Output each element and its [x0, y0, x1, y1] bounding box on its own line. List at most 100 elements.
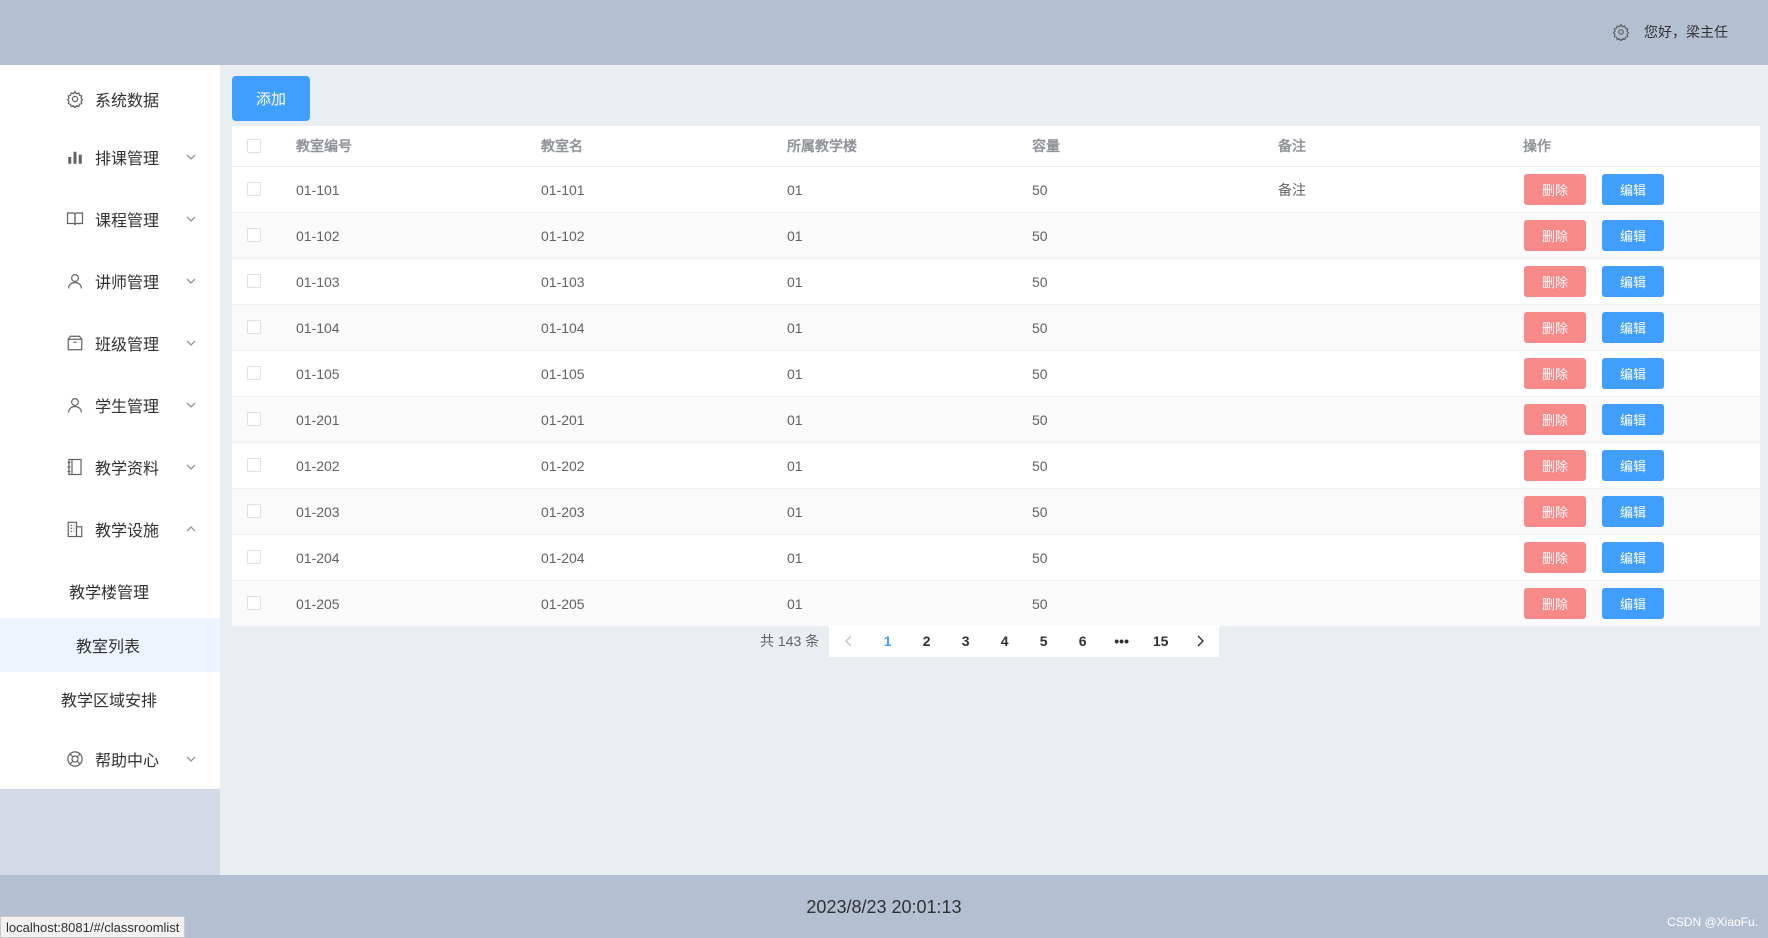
pagination-page[interactable]: 3: [946, 625, 985, 657]
add-button[interactable]: 添加: [232, 76, 310, 121]
sidebar-item-label: 教学设施: [95, 523, 160, 540]
cell-capacity: 50: [1032, 595, 1048, 612]
sidebar-item-label: 帮助中心: [95, 753, 160, 770]
notebook-icon: [67, 458, 82, 476]
pagination-page[interactable]: 15: [1141, 625, 1180, 657]
table-row: 01-201 01-201 01 50 删除 编辑: [232, 397, 1760, 443]
table-row: 01-103 01-103 01 50 删除 编辑: [232, 259, 1760, 305]
delete-button[interactable]: 删除: [1524, 220, 1586, 251]
row-checkbox[interactable]: [247, 596, 261, 610]
sidebar-item-label: 系统数据: [95, 93, 160, 110]
edit-button[interactable]: 编辑: [1602, 450, 1664, 481]
cell-code: 01-203: [296, 503, 340, 520]
column-header-remark[interactable]: 备注: [1278, 126, 1306, 166]
row-checkbox[interactable]: [247, 458, 261, 472]
cell-remark: 备注: [1278, 181, 1306, 198]
chevron-up-icon: [186, 526, 196, 532]
sidebar-item-student[interactable]: 学生管理: [0, 377, 220, 433]
row-checkbox[interactable]: [247, 504, 261, 518]
edit-button[interactable]: 编辑: [1602, 404, 1664, 435]
delete-button[interactable]: 删除: [1524, 358, 1586, 389]
delete-button[interactable]: 删除: [1524, 542, 1586, 573]
sidebar-item-help-center[interactable]: 帮助中心: [0, 731, 220, 787]
lifebuoy-icon: [67, 751, 83, 767]
sidebar-item-label: 教学资料: [95, 461, 160, 478]
column-header-capacity[interactable]: 容量: [1032, 126, 1060, 166]
select-all-checkbox[interactable]: [247, 139, 261, 153]
edit-button[interactable]: 编辑: [1602, 174, 1664, 205]
cell-code: 01-105: [296, 365, 340, 382]
table-row: 01-204 01-204 01 50 删除 编辑: [232, 535, 1760, 581]
cell-name: 01-201: [541, 411, 585, 428]
delete-button[interactable]: 删除: [1524, 174, 1586, 205]
sidebar-item-course[interactable]: 课程管理: [0, 191, 220, 247]
watermark: CSDN @XiaoFu.: [1667, 915, 1758, 929]
cell-building: 01: [787, 273, 803, 290]
row-checkbox[interactable]: [247, 366, 261, 380]
edit-button[interactable]: 编辑: [1602, 312, 1664, 343]
delete-button[interactable]: 删除: [1524, 312, 1586, 343]
delete-button[interactable]: 删除: [1524, 404, 1586, 435]
pagination-page[interactable]: 5: [1024, 625, 1063, 657]
sidebar-subitem-classroom-list[interactable]: 教室列表: [0, 618, 220, 672]
cell-code: 01-102: [296, 227, 340, 244]
column-header-building[interactable]: 所属教学楼: [787, 126, 857, 166]
cell-code: 01-104: [296, 319, 340, 336]
pagination-prev-button[interactable]: [829, 625, 868, 657]
cell-building: 01: [787, 503, 803, 520]
sidebar-item-scheduling[interactable]: 排课管理: [0, 129, 220, 185]
delete-button[interactable]: 删除: [1524, 588, 1586, 619]
cell-capacity: 50: [1032, 181, 1048, 198]
edit-button[interactable]: 编辑: [1602, 496, 1664, 527]
edit-button[interactable]: 编辑: [1602, 542, 1664, 573]
table-row: 01-105 01-105 01 50 删除 编辑: [232, 351, 1760, 397]
sidebar-item-lecturer[interactable]: 讲师管理: [0, 253, 220, 309]
sidebar-item-system-data[interactable]: 系统数据: [0, 71, 220, 127]
pagination-more[interactable]: •••: [1102, 625, 1141, 657]
column-header-name[interactable]: 教室名: [541, 126, 583, 166]
row-checkbox[interactable]: [247, 182, 261, 196]
pagination-page[interactable]: 2: [907, 625, 946, 657]
pagination-page[interactable]: 1: [868, 625, 907, 657]
table-header: 教室编号 教室名 所属教学楼 容量 备注 操作: [232, 126, 1760, 167]
cell-capacity: 50: [1032, 549, 1048, 566]
sidebar-item-facilities[interactable]: 教学设施: [0, 501, 220, 557]
table-row: 01-205 01-205 01 50 删除 编辑: [232, 581, 1760, 627]
cell-name: 01-103: [541, 273, 585, 290]
cell-code: 01-202: [296, 457, 340, 474]
delete-button[interactable]: 删除: [1524, 496, 1586, 527]
cell-name: 01-102: [541, 227, 585, 244]
row-checkbox[interactable]: [247, 550, 261, 564]
edit-button[interactable]: 编辑: [1602, 266, 1664, 297]
sidebar-item-label: 课程管理: [95, 213, 160, 230]
pagination-page[interactable]: 4: [985, 625, 1024, 657]
sidebar-subitem-teaching-area[interactable]: 教学区域安排: [0, 672, 220, 726]
user-icon: [68, 398, 82, 413]
pagination-page[interactable]: 6: [1063, 625, 1102, 657]
cell-capacity: 50: [1032, 365, 1048, 382]
cell-building: 01: [787, 595, 803, 612]
pagination-next-button[interactable]: [1180, 625, 1219, 657]
row-checkbox[interactable]: [247, 228, 261, 242]
sidebar-menu: 系统数据 排课管理 课程管理 讲师管理 班级管理 学生管理 教学资料 教学设施 …: [0, 65, 220, 789]
sidebar-subitem-building-management[interactable]: 教学楼管理: [0, 564, 220, 618]
row-checkbox[interactable]: [247, 320, 261, 334]
sidebar-item-teaching-material[interactable]: 教学资料: [0, 439, 220, 495]
sidebar-item-class[interactable]: 班级管理: [0, 315, 220, 371]
cell-capacity: 50: [1032, 457, 1048, 474]
chevron-down-icon: [186, 154, 196, 160]
delete-button[interactable]: 删除: [1524, 450, 1586, 481]
sidebar-item-label: 讲师管理: [95, 275, 160, 292]
column-header-code[interactable]: 教室编号: [296, 126, 352, 166]
user-area: 您好，梁主任: [1612, 22, 1728, 42]
cell-code: 01-205: [296, 595, 340, 612]
edit-button[interactable]: 编辑: [1602, 358, 1664, 389]
gear-icon[interactable]: [1612, 23, 1630, 41]
row-checkbox[interactable]: [247, 274, 261, 288]
cell-building: 01: [787, 457, 803, 474]
delete-button[interactable]: 删除: [1524, 266, 1586, 297]
edit-button[interactable]: 编辑: [1602, 588, 1664, 619]
cell-building: 01: [787, 365, 803, 382]
row-checkbox[interactable]: [247, 412, 261, 426]
edit-button[interactable]: 编辑: [1602, 220, 1664, 251]
